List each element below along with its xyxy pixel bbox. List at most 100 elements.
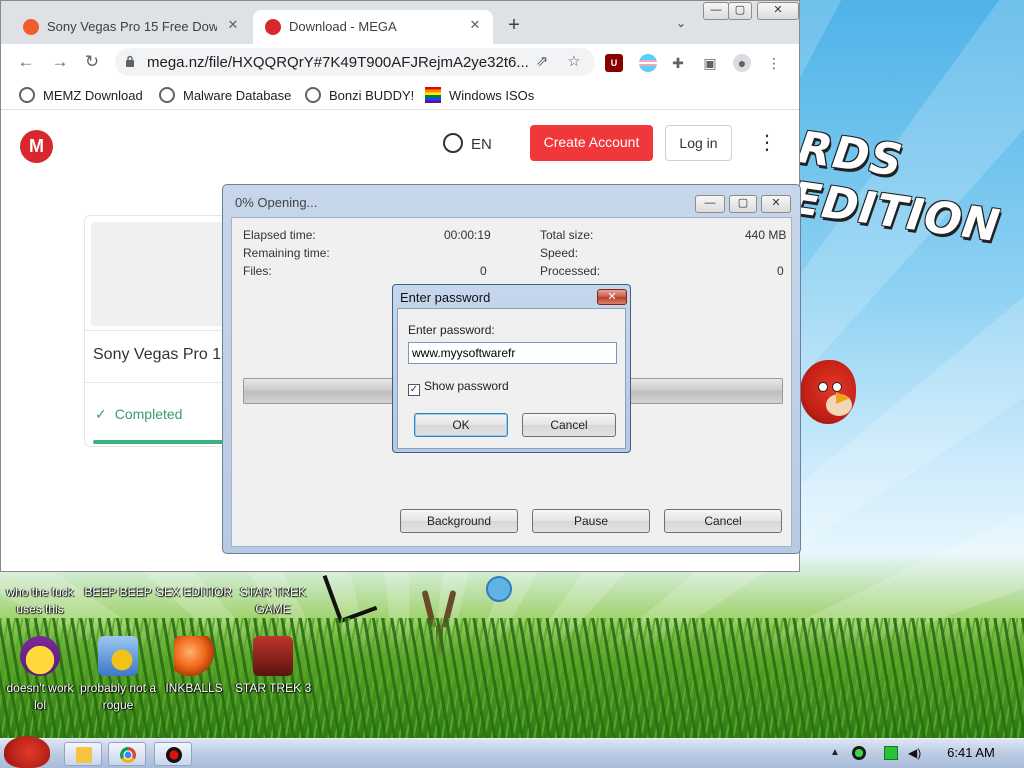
star-wars-game-icon bbox=[253, 636, 293, 676]
url-text: mega.nz/file/HXQQRQrY#7K49T900AFJRejmA2y… bbox=[147, 54, 529, 71]
bookmark-bonzi-buddy[interactable]: Bonzi BUDDY! bbox=[305, 87, 414, 103]
desktop-icon-sex-editior[interactable]: SEX EDITIOR bbox=[154, 584, 234, 601]
desktop-icon-label: doesn't work lol bbox=[6, 681, 74, 712]
password-dialog: Enter password ✕ Enter password: ✓ Show p… bbox=[392, 284, 631, 453]
tab-label: Sony Vegas Pro 15 Free Down bbox=[47, 19, 217, 34]
remaining-time-label: Remaining time: bbox=[243, 246, 330, 260]
tray-network-icon[interactable] bbox=[884, 746, 898, 760]
profile-avatar-icon[interactable]: ● bbox=[733, 54, 751, 72]
bookmark-label: Windows ISOs bbox=[449, 88, 535, 103]
desktop-icon-label: INKBALLS bbox=[165, 681, 223, 695]
close-button[interactable]: ✕ bbox=[757, 2, 799, 20]
browser-toolbar: ← → ↻ mega.nz/file/HXQQRQrY#7K49T900AFJR… bbox=[1, 44, 799, 80]
back-icon[interactable]: ← bbox=[15, 51, 37, 73]
tray-volume-icon[interactable]: ◀) bbox=[908, 746, 922, 760]
bookmark-memz[interactable]: MEMZ Download bbox=[19, 87, 143, 103]
desktop-icon-beep-beep[interactable]: BEEP BEEP bbox=[78, 584, 158, 601]
reload-icon[interactable]: ↻ bbox=[81, 51, 103, 73]
bookmark-malware-database[interactable]: Malware Database bbox=[159, 87, 291, 103]
bookmark-label: Malware Database bbox=[183, 88, 292, 103]
chrome-menu-icon[interactable]: ⋮ bbox=[765, 54, 783, 72]
taskbar-recorder-button[interactable] bbox=[154, 742, 192, 766]
show-password-label: Show password bbox=[424, 379, 509, 393]
desktop-icon-probably-not-a-rogue[interactable]: probably not a rogue bbox=[78, 636, 158, 714]
desktop-icon-who-uses-this[interactable]: who the fuck uses this bbox=[0, 584, 80, 618]
bookmark-label: Bonzi BUDDY! bbox=[329, 88, 415, 103]
login-button[interactable]: Log in bbox=[665, 125, 732, 161]
total-size-label: Total size: bbox=[540, 228, 594, 242]
speed-label: Speed: bbox=[540, 246, 579, 260]
cancel-password-button[interactable]: Cancel bbox=[522, 413, 616, 437]
tab-sony-vegas[interactable]: Sony Vegas Pro 15 Free Down ✕ bbox=[11, 10, 251, 44]
globe-icon bbox=[305, 87, 321, 103]
desktop-icon-label: STAR TREK 3 bbox=[234, 681, 312, 695]
dialog-close-button[interactable]: ✕ bbox=[761, 195, 791, 213]
ublock-extension-icon[interactable]: U bbox=[605, 54, 623, 72]
more-menu-icon[interactable]: ⋮ bbox=[757, 131, 777, 155]
inkball-icon bbox=[174, 636, 214, 676]
elapsed-time-value: 00:00:19 bbox=[444, 228, 491, 242]
desktop-icon-inkballs[interactable]: INKBALLS bbox=[154, 636, 234, 697]
chrome-icon bbox=[120, 747, 136, 763]
ok-button[interactable]: OK bbox=[414, 413, 508, 437]
yahoo-messenger-icon bbox=[20, 636, 60, 676]
tray-status-icon[interactable] bbox=[852, 746, 866, 760]
file-name: Sony Vegas Pro 15 bbox=[93, 346, 230, 363]
dialog-minimize-button[interactable]: — bbox=[695, 195, 725, 213]
background-button[interactable]: Background bbox=[400, 509, 518, 533]
show-password-checkbox[interactable]: ✓ Show password bbox=[408, 379, 509, 396]
desktop-icon-star-trek-game[interactable]: STAR TREK GAME bbox=[233, 584, 313, 618]
desktop-icon-star-trek-3[interactable]: STAR TREK 3 bbox=[233, 636, 313, 697]
mega-logo[interactable]: M bbox=[20, 130, 53, 163]
desktop-icon-label: STAR TREK GAME bbox=[239, 585, 307, 616]
tab-mega-download[interactable]: Download - MEGA ✕ bbox=[253, 10, 493, 44]
status-label: Completed bbox=[114, 406, 183, 422]
files-label: Files: bbox=[243, 264, 272, 278]
dialog-title: 0% Opening... bbox=[235, 195, 318, 210]
bookmark-windows-isos[interactable]: Windows ISOs bbox=[425, 87, 534, 103]
cancel-extract-button[interactable]: Cancel bbox=[664, 509, 782, 533]
taskbar-explorer-button[interactable] bbox=[64, 742, 102, 766]
create-account-button[interactable]: Create Account bbox=[530, 125, 653, 161]
pause-button[interactable]: Pause bbox=[532, 509, 650, 533]
record-icon bbox=[166, 747, 182, 763]
desktop-icon-label: SEX EDITIOR bbox=[155, 585, 232, 599]
desktop-icon-label: probably not a rogue bbox=[79, 681, 157, 712]
trans-flag-extension-icon[interactable] bbox=[639, 54, 657, 72]
checkmark-icon: ✓ bbox=[95, 406, 107, 422]
minimize-button[interactable]: — bbox=[703, 2, 729, 20]
blue-bird-wallpaper bbox=[486, 576, 512, 602]
taskbar-chrome-button[interactable] bbox=[108, 742, 146, 766]
folder-icon bbox=[76, 747, 92, 763]
new-tab-button[interactable]: + bbox=[503, 14, 525, 36]
maximize-button[interactable]: ▢ bbox=[728, 2, 752, 20]
desktop-icon-doesnt-work[interactable]: doesn't work lol bbox=[0, 636, 80, 714]
download-status: ✓ Completed bbox=[95, 406, 182, 423]
address-bar[interactable]: mega.nz/file/HXQQRQrY#7K49T900AFJRejmA2y… bbox=[115, 48, 595, 76]
processed-value: 0 bbox=[777, 264, 784, 278]
tab-search-button[interactable]: ⌄ bbox=[671, 16, 691, 34]
password-dialog-body: Enter password: ✓ Show password OK Cancel bbox=[397, 308, 626, 449]
forward-icon[interactable]: → bbox=[49, 51, 71, 73]
tab-close-icon[interactable]: ✕ bbox=[467, 17, 483, 33]
tab-label: Download - MEGA bbox=[289, 19, 397, 34]
tab-close-icon[interactable]: ✕ bbox=[225, 17, 241, 33]
dialog-maximize-button[interactable]: ▢ bbox=[729, 195, 757, 213]
download-icon bbox=[23, 19, 39, 35]
files-value: 0 bbox=[480, 264, 487, 278]
language-selector[interactable]: EN bbox=[443, 133, 492, 153]
password-input[interactable] bbox=[408, 342, 617, 364]
taskbar-clock[interactable]: 6:41 AM bbox=[936, 745, 1006, 760]
bookmark-star-icon[interactable]: ☆ bbox=[565, 53, 583, 71]
share-icon[interactable]: ⇗ bbox=[533, 53, 551, 71]
password-dialog-close-button[interactable]: ✕ bbox=[597, 289, 627, 305]
start-button-angry-bird-icon[interactable] bbox=[4, 736, 50, 768]
desktop-icon-label: who the fuck uses this bbox=[6, 585, 74, 616]
tray-expand-icon[interactable]: ▲ bbox=[830, 746, 844, 760]
desktop-icon-label: BEEP BEEP bbox=[84, 585, 152, 599]
file-thumbnail bbox=[91, 222, 227, 326]
bookmark-label: MEMZ Download bbox=[43, 88, 143, 103]
side-panel-icon[interactable]: ▣ bbox=[701, 54, 719, 72]
processed-label: Processed: bbox=[540, 264, 601, 278]
extensions-puzzle-icon[interactable]: ✚ bbox=[669, 54, 687, 72]
